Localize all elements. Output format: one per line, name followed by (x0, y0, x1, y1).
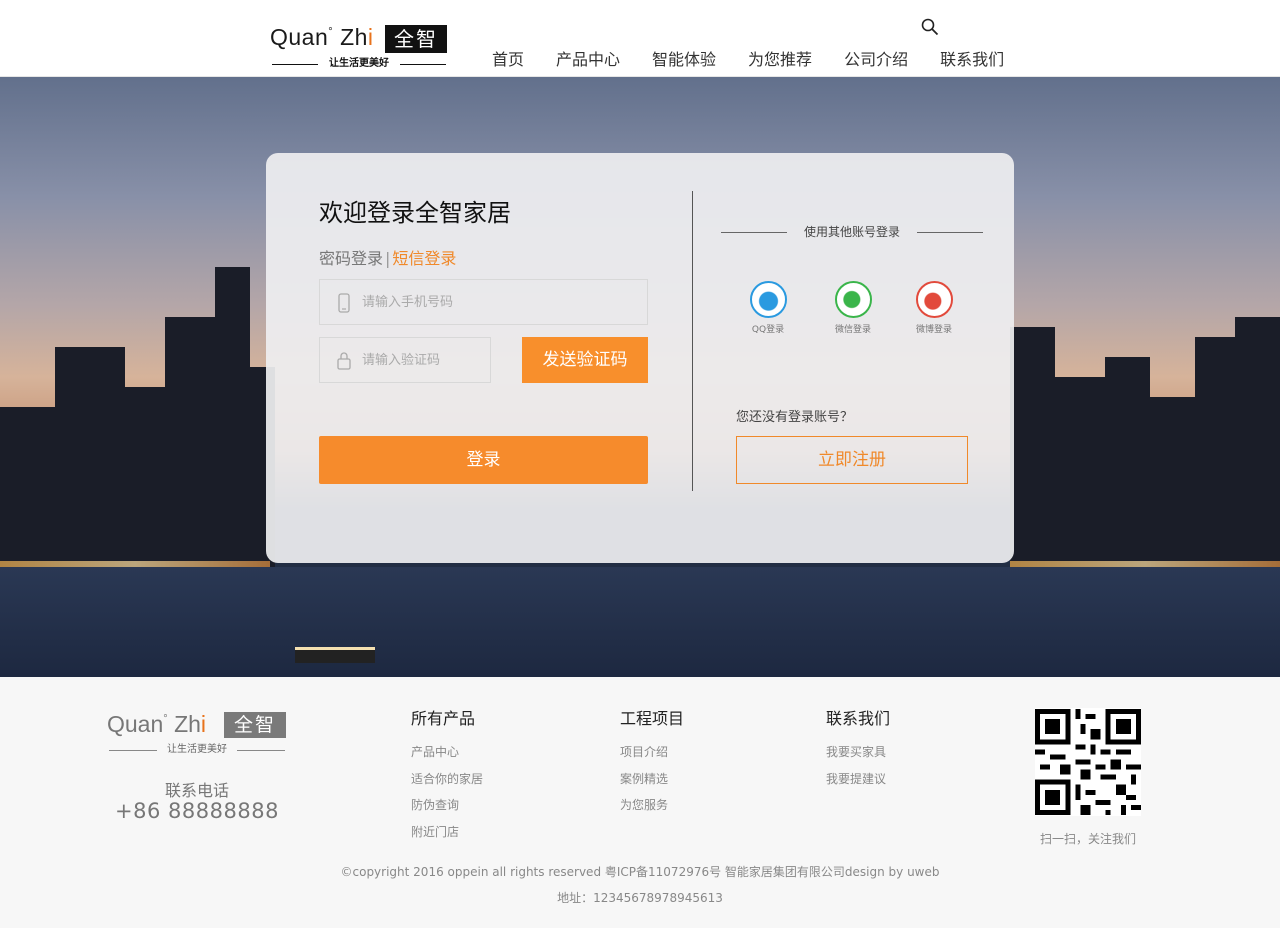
wechat-login-label: 微信登录 (834, 325, 871, 335)
site-logo[interactable]: Quan° Zhi 全智 让生活更美好 (270, 22, 448, 72)
phone-icon (338, 293, 350, 313)
skyline-building (1050, 377, 1110, 567)
phone-label: 联系电话 (164, 781, 229, 800)
footer-link[interactable]: 为您服务 (620, 792, 684, 819)
skyline-building (1145, 397, 1200, 567)
main-nav: 首页 产品中心 智能体验 为您推荐 公司介绍 联系我们 (476, 48, 1020, 72)
other-login-title: 使用其他账号登录 (721, 223, 983, 240)
card-divider (692, 191, 693, 491)
code-field (319, 337, 491, 383)
footer-link[interactable]: 适合你的家居 (411, 766, 483, 793)
footer-link[interactable]: 附近门店 (411, 819, 483, 846)
river (0, 567, 1280, 677)
logo-slogan: 让生活更美好 (270, 57, 448, 71)
footer-logo-en: Quan (107, 711, 164, 737)
phone-field (319, 279, 648, 325)
qr-code-icon (1035, 708, 1141, 816)
tab-separator: | (385, 249, 391, 268)
logo-text-en: Quan (270, 24, 329, 50)
site-footer: Quan° Zhi 全智 让生活更美好 联系电话 +86 88888888 所有… (0, 677, 1280, 928)
search-icon[interactable] (921, 18, 939, 36)
logo-text-i: i (367, 24, 374, 50)
qr-caption: 扫一扫，关注我们 (1039, 832, 1136, 846)
login-tabs: 密码登录 | 短信登录 (319, 245, 456, 269)
phone-input[interactable] (362, 280, 602, 324)
skyline-building (1235, 317, 1280, 567)
footer-column-title: 工程项目 (620, 709, 685, 728)
footer-column-contact: 联系我们 我要买家具 我要提建议 (826, 705, 890, 792)
tab-password-login[interactable]: 密码登录 (319, 249, 383, 268)
skyline-building (55, 347, 125, 567)
address-text: 地址：12345678978945613 (557, 891, 723, 905)
nav-smart-experience[interactable]: 智能体验 (636, 48, 732, 72)
tab-sms-login[interactable]: 短信登录 (392, 249, 456, 268)
skyline-building (0, 407, 55, 567)
wechat-icon (834, 281, 872, 318)
logo-box: 全智 (385, 25, 447, 53)
nav-recommend[interactable]: 为您推荐 (732, 48, 828, 72)
skyline-building (120, 387, 170, 567)
nav-about[interactable]: 公司介绍 (828, 48, 924, 72)
footer-column-products: 所有产品 产品中心 适合你的家居 防伪查询 附近门店 (411, 705, 483, 845)
code-input[interactable] (362, 338, 482, 382)
qq-login[interactable]: QQ登录 (738, 281, 798, 335)
footer-column-title: 所有产品 (411, 709, 476, 728)
footer-column-title: 联系我们 (826, 709, 891, 728)
footer-logo-i: i (200, 711, 207, 737)
weibo-icon (915, 281, 953, 318)
send-code-button[interactable]: 发送验证码 (522, 337, 648, 383)
nav-contact[interactable]: 联系我们 (924, 48, 1020, 72)
login-card: 欢迎登录全智家居 密码登录|短信登录 发送验证码 登录 使用其他账号登录 QQ登… (266, 153, 1014, 563)
footer-link[interactable]: 防伪查询 (411, 792, 483, 819)
login-title: 欢迎登录全智家居 (319, 199, 511, 227)
nav-products[interactable]: 产品中心 (540, 48, 636, 72)
qq-icon (749, 281, 787, 318)
footer-link[interactable]: 我要提建议 (826, 766, 890, 793)
site-header: Quan° Zhi 全智 让生活更美好 首页 产品中心 智能体验 为您推荐 公司… (0, 0, 1280, 77)
qq-login-label: QQ登录 (751, 325, 785, 335)
boat (295, 647, 375, 663)
footer-link[interactable]: 我要买家具 (826, 739, 890, 766)
footer-logo-slogan: 让生活更美好 (107, 743, 287, 757)
footer-link[interactable]: 案例精选 (620, 766, 684, 793)
footer-link[interactable]: 产品中心 (411, 739, 483, 766)
phone-number: +86 88888888 (115, 799, 279, 823)
login-button[interactable]: 登录 (319, 436, 648, 484)
footer-column-projects: 工程项目 项目介绍 案例精选 为您服务 (620, 705, 684, 819)
weibo-login-label: 微博登录 (915, 325, 952, 335)
footer-link[interactable]: 项目介绍 (620, 739, 684, 766)
skyline-building (1105, 357, 1150, 567)
footer-logo-zh: Zh (174, 711, 201, 737)
skyline-building (165, 317, 220, 567)
wechat-login[interactable]: 微信登录 (823, 281, 883, 335)
no-account-text: 您还没有登录账号？ (736, 410, 854, 425)
logo-degree: ° (328, 26, 334, 38)
skyline-building (1010, 327, 1055, 567)
footer-logo-degree: ° (163, 713, 168, 725)
copyright-text: ©copyright 2016 oppein all rights reserv… (340, 865, 940, 879)
footer-logo-box: 全智 (224, 712, 286, 738)
skyline-building (1195, 337, 1240, 567)
weibo-login[interactable]: 微博登录 (904, 281, 964, 335)
register-button[interactable]: 立即注册 (736, 436, 968, 484)
nav-home[interactable]: 首页 (476, 48, 540, 72)
lock-icon (337, 352, 351, 370)
footer-logo[interactable]: Quan° Zhi 全智 让生活更美好 (107, 709, 287, 759)
logo-text-zh: Zh (340, 24, 368, 50)
